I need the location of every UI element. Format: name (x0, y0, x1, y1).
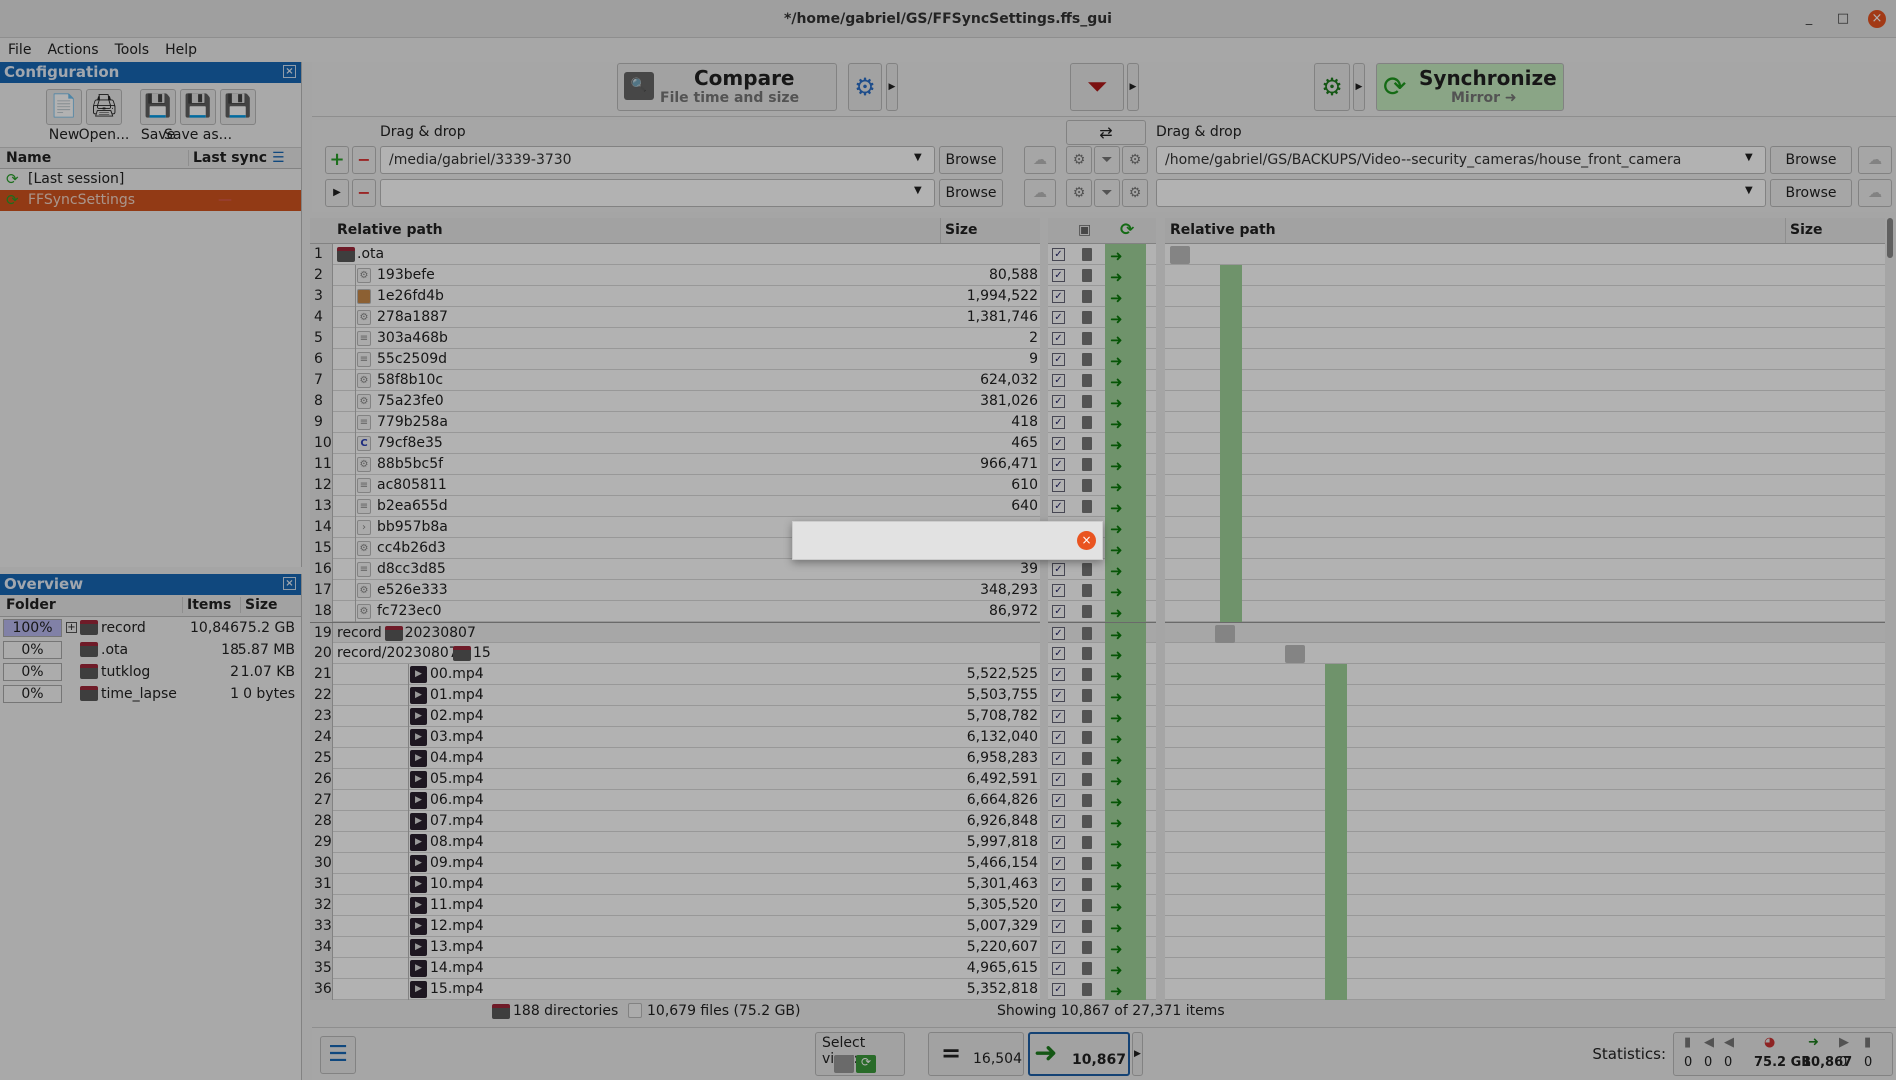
progress-dialog: × (792, 521, 1103, 560)
dialog-close-button[interactable]: × (1077, 531, 1096, 550)
